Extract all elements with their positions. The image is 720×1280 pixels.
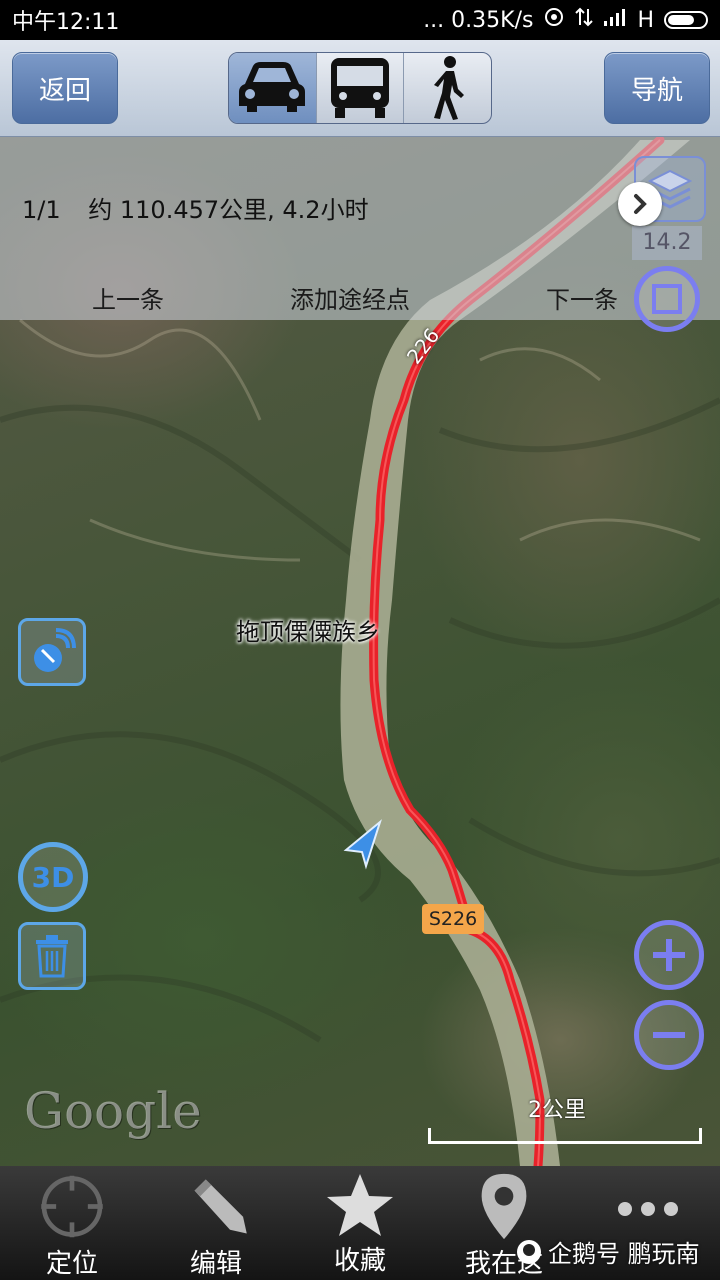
zoom-out-button[interactable] <box>634 1000 704 1070</box>
minus-icon <box>653 1032 685 1038</box>
watermark-text: 企鹅号 鹏玩南 <box>548 1240 700 1268</box>
place-label: 拖顶傈僳族乡 <box>236 618 380 646</box>
3d-icon: 3D <box>31 860 75 894</box>
tab-label: 收藏 <box>333 1246 386 1276</box>
top-nav-bar: 返回 导航 <box>0 40 720 137</box>
square-icon <box>652 284 682 314</box>
back-button[interactable]: 返回 <box>12 52 118 124</box>
cell-signal-icon <box>603 7 627 33</box>
next-route-button[interactable]: 下一条 <box>546 280 618 315</box>
plus-icon <box>653 939 685 971</box>
crosshair-icon <box>41 1175 103 1238</box>
status-indicators: ... 0.35K/s H <box>423 7 708 33</box>
route-info-panel: 1/1 约 110.457公里, 4.2小时 上一条 添加途经点 下一条 <box>0 136 720 320</box>
delete-button[interactable] <box>18 922 86 990</box>
route-summary-row: 1/1 约 110.457公里, 4.2小时 <box>22 190 389 225</box>
tab-favorites[interactable]: 收藏 <box>288 1166 432 1280</box>
navigate-button[interactable]: 导航 <box>604 52 710 124</box>
watermark: 企鹅号 鹏玩南 <box>516 1234 700 1269</box>
pin-icon <box>481 1173 527 1240</box>
mode-walk-button[interactable] <box>404 53 491 123</box>
route-summary: 约 110.457公里, 4.2小时 <box>88 196 369 224</box>
mode-car-button[interactable] <box>229 53 317 123</box>
tab-label: 定位 <box>45 1249 98 1279</box>
wifi-icon <box>543 7 565 33</box>
prev-route-button[interactable]: 上一条 <box>92 280 164 315</box>
zoom-in-button[interactable] <box>634 920 704 990</box>
route-index: 1/1 <box>22 196 61 224</box>
pencil-icon <box>194 1179 247 1234</box>
expand-panel-button[interactable] <box>618 182 662 226</box>
network-speed: ... 0.35K/s <box>423 7 534 33</box>
network-type: H <box>637 7 654 33</box>
car-icon <box>239 62 306 112</box>
add-waypoint-button[interactable]: 添加途经点 <box>290 280 410 315</box>
data-arrows-icon <box>575 7 594 33</box>
fullscreen-button[interactable] <box>634 266 700 332</box>
chevron-right-icon <box>634 194 647 214</box>
road-shield: S226 <box>422 904 484 934</box>
scale-bar <box>428 1128 702 1144</box>
zoom-level: 14.2 <box>632 226 702 260</box>
scale-label: 2公里 <box>528 1098 586 1123</box>
satellite-dish-icon <box>34 628 76 672</box>
bus-icon <box>331 58 389 118</box>
tab-locate[interactable]: 定位 <box>0 1166 144 1280</box>
travel-mode-selector <box>228 52 492 124</box>
3d-button[interactable]: 3D <box>18 842 88 912</box>
status-bar: 中午12:11 ... 0.35K/s H <box>0 0 720 40</box>
tab-label: 编辑 <box>189 1249 242 1279</box>
trash-icon <box>36 935 68 978</box>
tab-edit[interactable]: 编辑 <box>144 1166 288 1280</box>
status-time: 中午12:11 <box>12 10 120 35</box>
battery-icon <box>664 11 708 29</box>
google-logo: Google <box>24 1082 202 1140</box>
star-icon <box>327 1174 393 1236</box>
mode-bus-button[interactable] <box>317 53 405 123</box>
penguin-logo-icon <box>517 1239 541 1264</box>
gps-button[interactable] <box>18 618 86 686</box>
walk-icon <box>433 56 464 120</box>
